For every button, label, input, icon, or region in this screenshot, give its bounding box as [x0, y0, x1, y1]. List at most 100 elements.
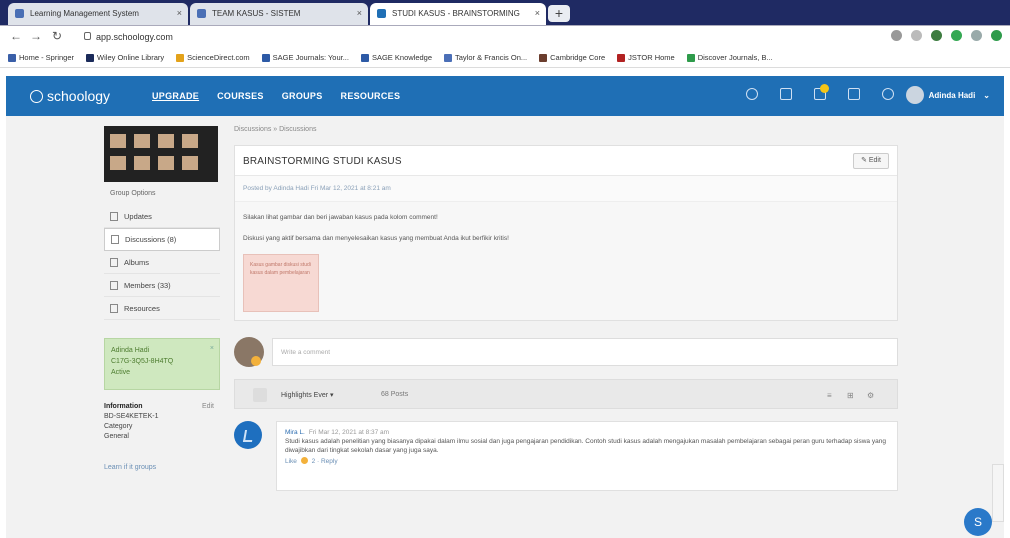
- discussion-card: BRAINSTORMING STUDI KASUS ✎ Edit Posted …: [234, 145, 898, 321]
- schoology-logo[interactable]: schoology: [30, 88, 110, 104]
- edit-label: Edit: [868, 157, 881, 164]
- extension-icon[interactable]: [971, 30, 982, 41]
- scrollbar[interactable]: [992, 464, 1004, 522]
- url-field[interactable]: app.schoology.com: [82, 29, 842, 45]
- learn-groups-link[interactable]: Learn if it groups: [104, 464, 220, 471]
- comment-date: Fri Mar 12, 2021 at 8:37 am: [308, 429, 390, 436]
- extension-icon[interactable]: [931, 30, 942, 41]
- browser-tab[interactable]: TEAM KASUS - SISTEM ×: [190, 3, 368, 25]
- tab-favicon-icon: [197, 9, 206, 18]
- page-body: Group Options Updates Discussions (8) Al…: [6, 116, 1004, 538]
- comment-card: Mira L. Fri Mar 12, 2021 at 8:37 am Studi…: [276, 421, 898, 491]
- sidebar-item-albums[interactable]: Albums: [104, 251, 220, 274]
- browser-tab-active[interactable]: STUDI KASUS - BRAINSTORMING ×: [370, 3, 546, 25]
- discussion-header: BRAINSTORMING STUDI KASUS ✎ Edit: [235, 146, 897, 176]
- sidebar-item-discussions[interactable]: Discussions (8): [104, 228, 220, 251]
- attachment-text: Kasus gambar diskusi studi kasus dalam p…: [250, 262, 311, 276]
- extension-icon[interactable]: [951, 30, 962, 41]
- sidebar-item-members[interactable]: Members (33): [104, 274, 220, 297]
- bookmark-item[interactable]: Wiley Online Library: [86, 48, 164, 67]
- extension-bar: [891, 30, 1002, 41]
- access-code: C17G-3Q5J-8H4TQ: [111, 358, 174, 365]
- bookmark-label: SAGE Knowledge: [371, 53, 433, 62]
- box-name: Adinda Hadi: [111, 347, 150, 354]
- like-icon: [300, 457, 308, 464]
- schoology-header: schoology UPGRADE COURSES GROUPS RESOURC…: [6, 76, 1004, 116]
- reply-link[interactable]: Reply: [321, 458, 338, 465]
- settings-icon[interactable]: ⚙: [867, 391, 874, 400]
- bookmark-icon: [444, 53, 453, 62]
- comment-input[interactable]: Write a comment: [272, 338, 898, 366]
- close-icon[interactable]: ×: [357, 8, 362, 18]
- close-icon[interactable]: ×: [210, 343, 214, 354]
- star-icon[interactable]: [911, 30, 922, 41]
- bookmark-icon: [261, 53, 270, 62]
- back-arrow-icon[interactable]: ←: [10, 29, 22, 43]
- info-line: General: [104, 433, 129, 440]
- avatar: [905, 86, 924, 104]
- lock-icon: [84, 32, 91, 40]
- comment-text: Studi kasus adalah penelitian yang biasa…: [285, 438, 886, 454]
- nav-resources[interactable]: RESOURCES: [341, 91, 401, 101]
- new-tab-button[interactable]: +: [548, 5, 570, 22]
- group-information: Information Edit BD-SE4KETEK-1 Category …: [104, 402, 220, 442]
- comment-author[interactable]: Mira L.: [285, 429, 305, 436]
- bookmark-item[interactable]: Taylor & Francis On...: [444, 48, 527, 67]
- edit-button[interactable]: ✎ Edit: [853, 153, 889, 169]
- access-code-box: × Adinda Hadi C17G-3Q5J-8H4TQ Active: [104, 338, 220, 390]
- breadcrumb[interactable]: Discussions » Discussions: [234, 126, 898, 133]
- search-icon[interactable]: [746, 88, 758, 100]
- highlights-dropdown[interactable]: Highlights Ever ▾: [281, 391, 334, 399]
- close-icon[interactable]: ×: [177, 8, 182, 18]
- information-heading: Information: [104, 403, 143, 410]
- bookmark-item[interactable]: JSTOR Home: [617, 48, 675, 67]
- chevron-down-icon: ⌄: [983, 90, 990, 100]
- group-sidebar: Group Options Updates Discussions (8) Al…: [104, 126, 220, 471]
- bookmark-item[interactable]: Discover Journals, B...: [686, 48, 773, 67]
- bookmark-item[interactable]: Home - Springer: [8, 48, 74, 67]
- sidebar-item-resources[interactable]: Resources: [104, 297, 220, 320]
- bookmark-label: Wiley Online Library: [97, 53, 165, 62]
- user-menu[interactable]: Adinda Hadi ⌄: [905, 86, 990, 104]
- discussion-icon: [111, 235, 119, 244]
- bookmark-label: ScienceDirect.com: [187, 53, 250, 62]
- like-link[interactable]: Like: [285, 458, 297, 465]
- bookmark-item[interactable]: Cambridge Core: [539, 48, 605, 67]
- zoom-icon[interactable]: [891, 30, 902, 41]
- tab-label: STUDI KASUS - BRAINSTORMING: [392, 9, 520, 18]
- info-line: BD-SE4KETEK-1: [104, 413, 159, 420]
- group-options[interactable]: Group Options: [110, 190, 220, 197]
- bookmark-item[interactable]: SAGE Knowledge: [360, 48, 433, 67]
- tab-favicon-icon: [377, 9, 386, 18]
- browser-tab[interactable]: Learning Management System ×: [8, 3, 188, 25]
- extension-icon[interactable]: [991, 30, 1002, 41]
- expand-icon[interactable]: ⊞: [847, 391, 854, 400]
- nav-courses[interactable]: COURSES: [217, 91, 264, 101]
- bookmark-label: SAGE Journals: Your...: [272, 53, 349, 62]
- sort-icon[interactable]: ≡: [827, 391, 832, 400]
- comment-post: Mira L. Fri Mar 12, 2021 at 8:37 am Studi…: [234, 421, 898, 491]
- sidebar-item-label: Albums: [124, 257, 150, 267]
- forward-arrow-icon[interactable]: →: [30, 29, 42, 43]
- post-count: 68 Posts: [381, 391, 409, 398]
- reload-icon[interactable]: ↻: [52, 29, 62, 43]
- bookmark-item[interactable]: ScienceDirect.com: [176, 48, 250, 67]
- help-fab-button[interactable]: S: [964, 508, 992, 536]
- grid-icon[interactable]: [780, 88, 792, 100]
- bookmark-label: Home - Springer: [19, 53, 75, 62]
- bookmark-item[interactable]: SAGE Journals: Your...: [261, 48, 349, 67]
- status-dot: [251, 356, 261, 366]
- browser-tab-bar: Learning Management System × TEAM KASUS …: [0, 0, 1010, 26]
- body-paragraph: Diskusi yang aktif bersama dan menyelesa…: [243, 235, 509, 242]
- main-nav: UPGRADE COURSES GROUPS RESOURCES: [152, 91, 400, 101]
- bell-icon[interactable]: [882, 88, 894, 100]
- members-icon: [110, 280, 118, 290]
- edit-info-link[interactable]: Edit: [202, 402, 214, 412]
- close-icon[interactable]: ×: [535, 8, 540, 18]
- sidebar-item-updates[interactable]: Updates: [104, 205, 220, 228]
- nav-upgrade[interactable]: UPGRADE: [152, 91, 199, 101]
- message-icon[interactable]: [848, 88, 860, 100]
- attachment-thumbnail[interactable]: Kasus gambar diskusi studi kasus dalam p…: [243, 254, 319, 312]
- nav-groups[interactable]: GROUPS: [282, 91, 323, 101]
- logo-text: schoology: [47, 88, 111, 104]
